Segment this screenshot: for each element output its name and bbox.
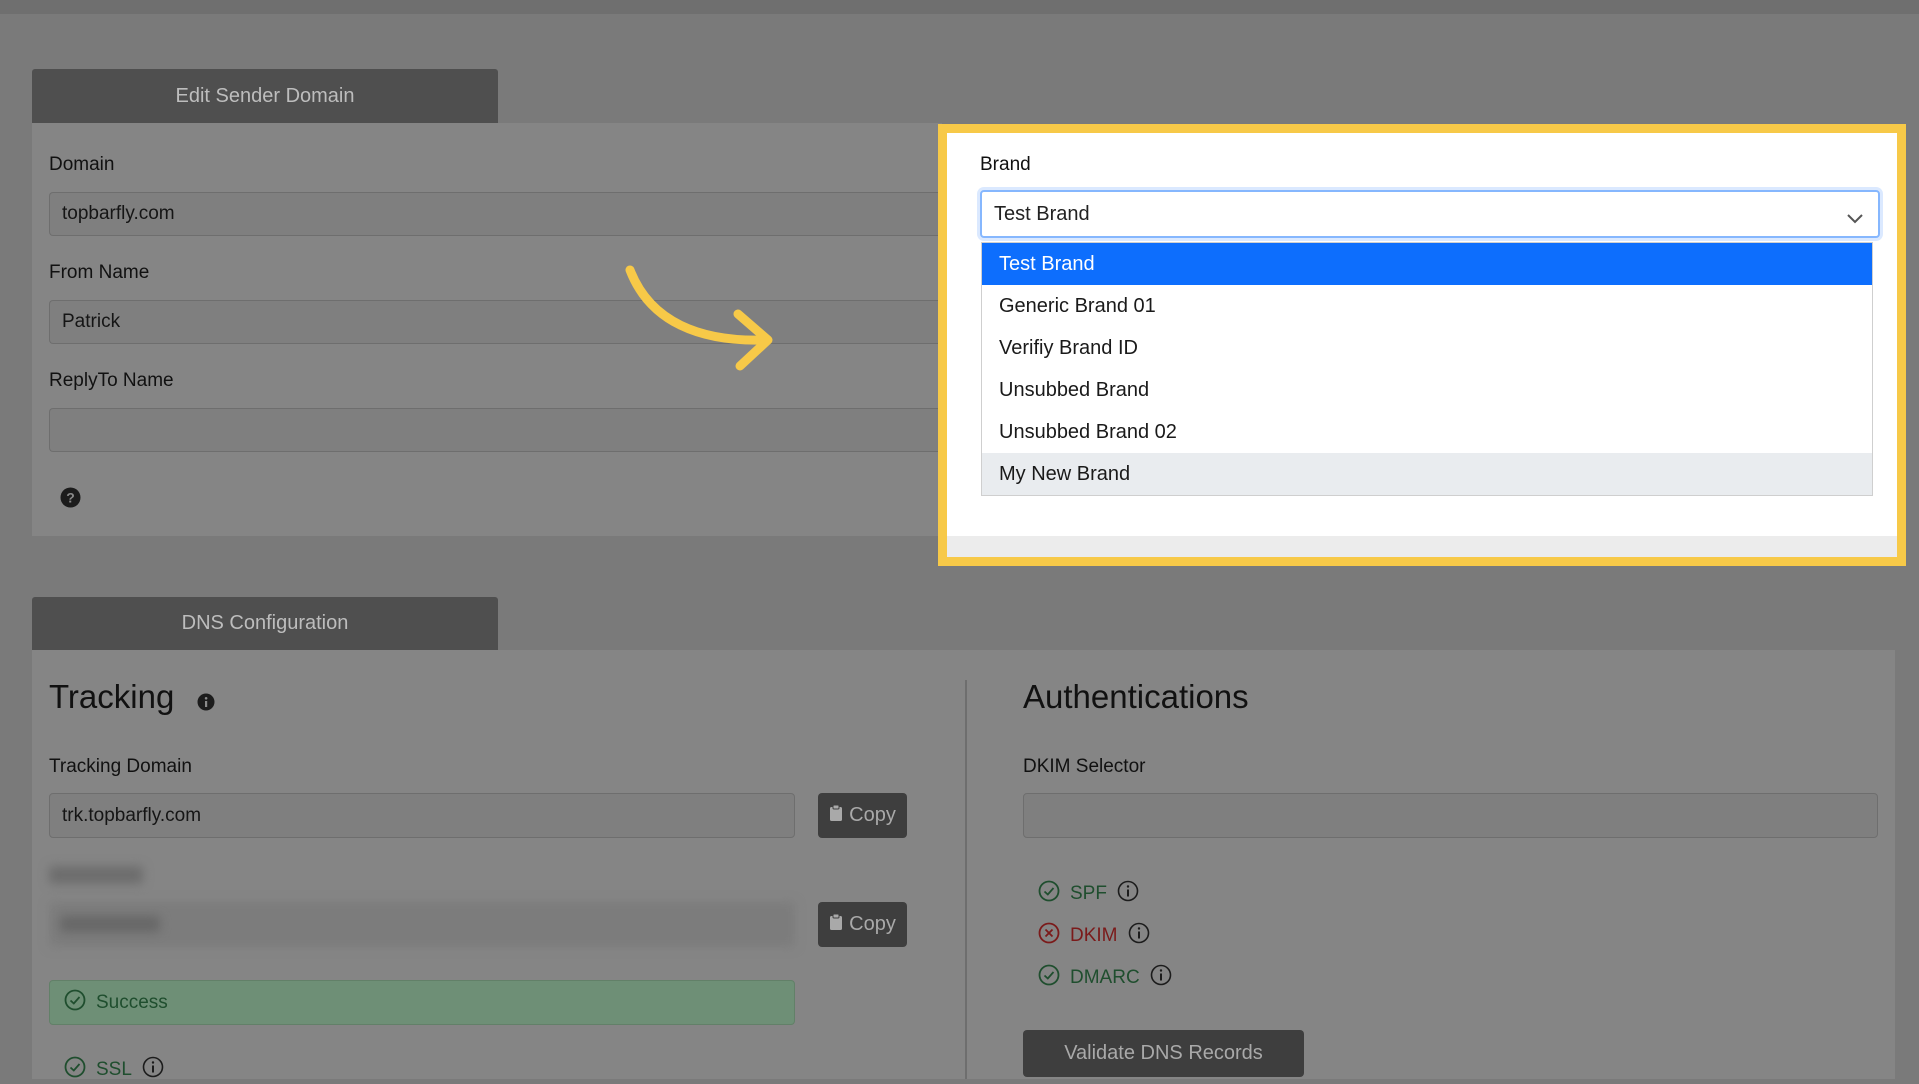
- tracking-domain-label: Tracking Domain: [49, 756, 192, 777]
- question-circle-icon[interactable]: ?: [60, 487, 81, 508]
- brand-option[interactable]: Verifiy Brand ID: [982, 327, 1872, 369]
- authentications-title: Authentications: [1023, 678, 1249, 715]
- replyto-name-label: ReplyTo Name: [49, 370, 174, 391]
- ssl-status: SSL: [64, 1056, 164, 1084]
- dmarc-status: DMARC: [1038, 964, 1172, 992]
- check-circle-icon: [1038, 880, 1060, 908]
- ssl-label: SSL: [96, 1059, 132, 1080]
- replyto-name-input[interactable]: [49, 408, 942, 452]
- copy-button[interactable]: Copy: [818, 793, 907, 838]
- dkim-status: DKIM: [1038, 922, 1150, 950]
- info-circle-icon[interactable]: [1128, 922, 1150, 950]
- brand-selected-value: Test Brand: [994, 202, 1090, 225]
- brand-dropdown: Test Brand Generic Brand 01 Verifiy Bran…: [981, 242, 1873, 496]
- tracking-title: Tracking: [49, 678, 175, 715]
- brand-option[interactable]: Unsubbed Brand 02: [982, 411, 1872, 453]
- domain-label: Domain: [49, 154, 115, 175]
- svg-text:?: ?: [66, 490, 75, 506]
- brand-option[interactable]: Test Brand: [982, 243, 1872, 285]
- copy-label: Copy: [849, 804, 896, 826]
- domain-input[interactable]: topbarfly.com: [49, 192, 942, 236]
- copy-button[interactable]: Copy: [818, 902, 907, 947]
- brand-panel-footer: [947, 536, 1897, 557]
- chevron-down-icon: [1846, 208, 1864, 231]
- validate-dns-button[interactable]: Validate DNS Records: [1023, 1030, 1304, 1077]
- brand-select[interactable]: Test Brand: [980, 190, 1880, 238]
- info-circle-icon[interactable]: [142, 1056, 164, 1084]
- redacted-label: [49, 866, 143, 884]
- tracking-domain-input[interactable]: trk.topbarfly.com: [49, 793, 795, 838]
- column-divider: [965, 680, 967, 1079]
- brand-label: Brand: [980, 154, 1031, 175]
- top-bar: [0, 0, 1919, 14]
- check-circle-icon: [64, 1056, 86, 1084]
- x-circle-icon: [1038, 922, 1060, 950]
- spf-label: SPF: [1070, 883, 1107, 904]
- tab-edit-sender-domain[interactable]: Edit Sender Domain: [32, 69, 498, 123]
- success-alert: Success: [49, 980, 795, 1025]
- check-circle-icon: [64, 989, 86, 1017]
- redacted-value: [60, 916, 160, 932]
- dkim-label: DKIM: [1070, 925, 1118, 946]
- from-name-label: From Name: [49, 262, 150, 283]
- brand-option[interactable]: My New Brand: [982, 453, 1872, 495]
- info-circle-icon[interactable]: [1117, 880, 1139, 908]
- clipboard-icon: [829, 913, 843, 937]
- dkim-selector-input[interactable]: [1023, 793, 1878, 838]
- from-name-value: Patrick: [62, 311, 121, 332]
- copy-label: Copy: [849, 913, 896, 935]
- arrow-pointer-icon: [625, 265, 773, 371]
- brand-option[interactable]: Generic Brand 01: [982, 285, 1872, 327]
- success-label: Success: [96, 991, 168, 1013]
- dkim-selector-label: DKIM Selector: [1023, 756, 1146, 777]
- brand-option[interactable]: Unsubbed Brand: [982, 369, 1872, 411]
- tab-dns-configuration[interactable]: DNS Configuration: [32, 597, 498, 650]
- domain-value: topbarfly.com: [62, 203, 175, 224]
- from-name-input[interactable]: Patrick: [49, 300, 942, 344]
- info-icon[interactable]: [197, 693, 215, 711]
- tracking-domain-value: trk.topbarfly.com: [62, 804, 202, 826]
- clipboard-icon: [829, 804, 843, 828]
- dmarc-label: DMARC: [1070, 967, 1140, 988]
- check-circle-icon: [1038, 964, 1060, 992]
- info-circle-icon[interactable]: [1150, 964, 1172, 992]
- redacted-input: [49, 902, 795, 947]
- spf-status: SPF: [1038, 880, 1139, 908]
